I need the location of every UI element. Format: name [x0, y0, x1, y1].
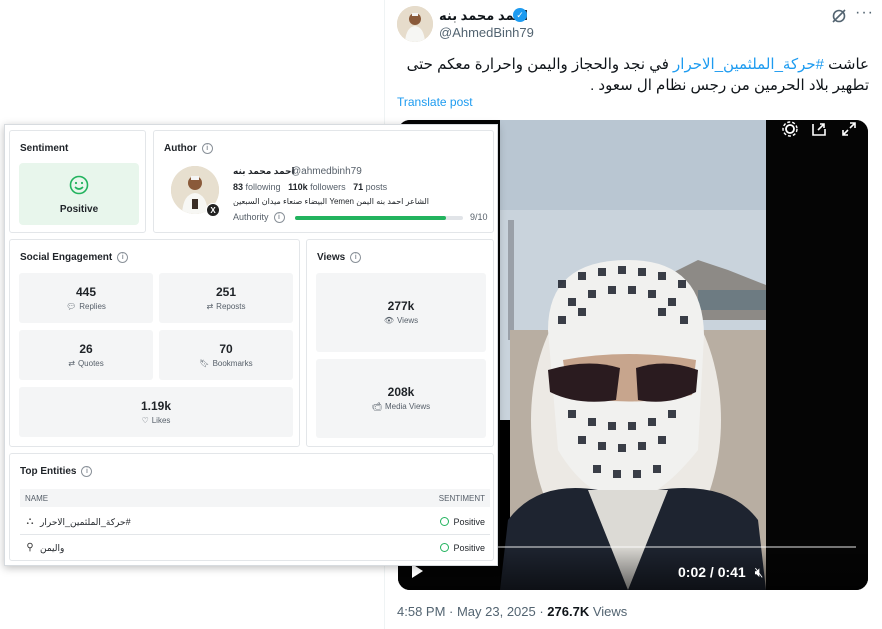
positive-status-icon [440, 543, 450, 552]
mute-icon[interactable]: 🔇︎ [750, 563, 768, 581]
sentiment-box: Positive [19, 163, 139, 225]
quote-icon: ⇄ [68, 359, 75, 368]
location-pin-icon: ⚲ [26, 542, 34, 553]
views-metric: 277k 👁︎ Views [316, 273, 486, 352]
top-entities-card: Top Entities i NAME SENTIMENT ⛬ حركة_المل… [9, 453, 494, 561]
grok-icon[interactable] [831, 8, 847, 24]
info-icon[interactable]: i [273, 212, 285, 224]
video-camera-icon: 📹︎ [371, 402, 382, 411]
authority-bar-fill [295, 216, 447, 220]
tweet-text: عاشت #حركة_الملثمين_الاحرار في نجد والحج… [406, 56, 869, 94]
replies-metric: 445 💬︎ Replies [19, 273, 153, 323]
play-icon[interactable] [412, 564, 423, 578]
engagement-title: Social Engagement i [20, 252, 129, 263]
info-icon[interactable]: i [117, 252, 129, 263]
authority-bar [295, 216, 463, 220]
info-icon[interactable]: i [201, 143, 213, 154]
authority-value: 9/10 [470, 212, 488, 222]
sentiment-card: Sentiment Positive [9, 130, 146, 233]
author-avatar[interactable] [397, 6, 433, 42]
entities-table-header: NAME SENTIMENT [20, 489, 490, 507]
media-views-metric: 208k 📹︎ Media Views [316, 359, 486, 438]
translate-post-link[interactable]: Translate post [397, 95, 473, 109]
reposts-metric: 251 ⇄ Reposts [159, 273, 293, 323]
author-stats: 83 following 110k followers 71 posts [233, 182, 388, 192]
author-card-name: احمد محمد بنه [233, 166, 295, 176]
info-icon[interactable]: i [81, 466, 93, 477]
pip-icon[interactable] [810, 120, 828, 138]
author-card-handle[interactable]: @ahmedbinh79 [291, 166, 362, 177]
analytics-panel: Sentiment Positive Author i X احمد محمد ب… [4, 124, 498, 566]
smiley-icon [69, 175, 89, 195]
views-card: Views i 277k 👁︎ Views 208k 📹︎ Media Views [306, 239, 494, 447]
repost-icon: ⇄ [206, 302, 214, 311]
hashtag-link[interactable]: #حركة_الملثمين_الاحرار [673, 56, 824, 73]
fullscreen-icon[interactable] [840, 120, 858, 138]
sentiment-value: Positive [59, 204, 99, 215]
author-handle[interactable]: @AhmedBinh79 [439, 25, 534, 40]
views-count: 276.7K [547, 604, 590, 619]
authority-label: Authority i [233, 212, 285, 224]
network-icon: ⛬ [26, 516, 34, 527]
more-icon[interactable]: ··· [855, 4, 874, 22]
entities-title: Top Entities i [20, 466, 93, 477]
author-bio: البيضاء صنعاء ميدان السبعين Yemen الشاعر… [233, 197, 430, 206]
settings-icon[interactable] [781, 120, 799, 138]
author-card-title: Author i [164, 143, 213, 154]
quotes-metric: 26 ⇄ Quotes [19, 330, 153, 380]
eye-icon: 👁︎ [383, 316, 394, 325]
tweet-timestamp[interactable]: 4:58 PM · May 23, 2025 · [397, 604, 547, 619]
table-row[interactable]: ⛬ حركة_الملثمين_الاحرار# Positive [20, 509, 490, 535]
x-platform-icon: X [206, 203, 220, 217]
reply-icon: 💬︎ [66, 302, 77, 311]
heart-icon: ♡ [141, 416, 149, 425]
video-time: 0:02 / 0:41 [678, 564, 746, 580]
social-engagement-card: Social Engagement i 445 💬︎ Replies 251 ⇄ Re… [9, 239, 300, 447]
bookmark-icon: 🔖︎ [199, 359, 210, 368]
tweet-meta: 4:58 PM · May 23, 2025 · 276.7K Views [397, 604, 628, 619]
verified-badge-icon: ✓ [513, 8, 527, 22]
table-row[interactable]: ⚲ واليمن Positive [20, 535, 490, 561]
info-icon[interactable]: i [350, 252, 362, 263]
author-card: Author i X احمد محمد بنه @ahmedbinh79 83 … [153, 130, 494, 233]
positive-status-icon [440, 517, 450, 526]
sentiment-title: Sentiment [20, 143, 69, 154]
views-title: Views i [317, 252, 362, 263]
bookmarks-metric: 70 🔖︎ Bookmarks [159, 330, 293, 380]
likes-metric: 1.19k ♡ Likes [19, 387, 293, 437]
